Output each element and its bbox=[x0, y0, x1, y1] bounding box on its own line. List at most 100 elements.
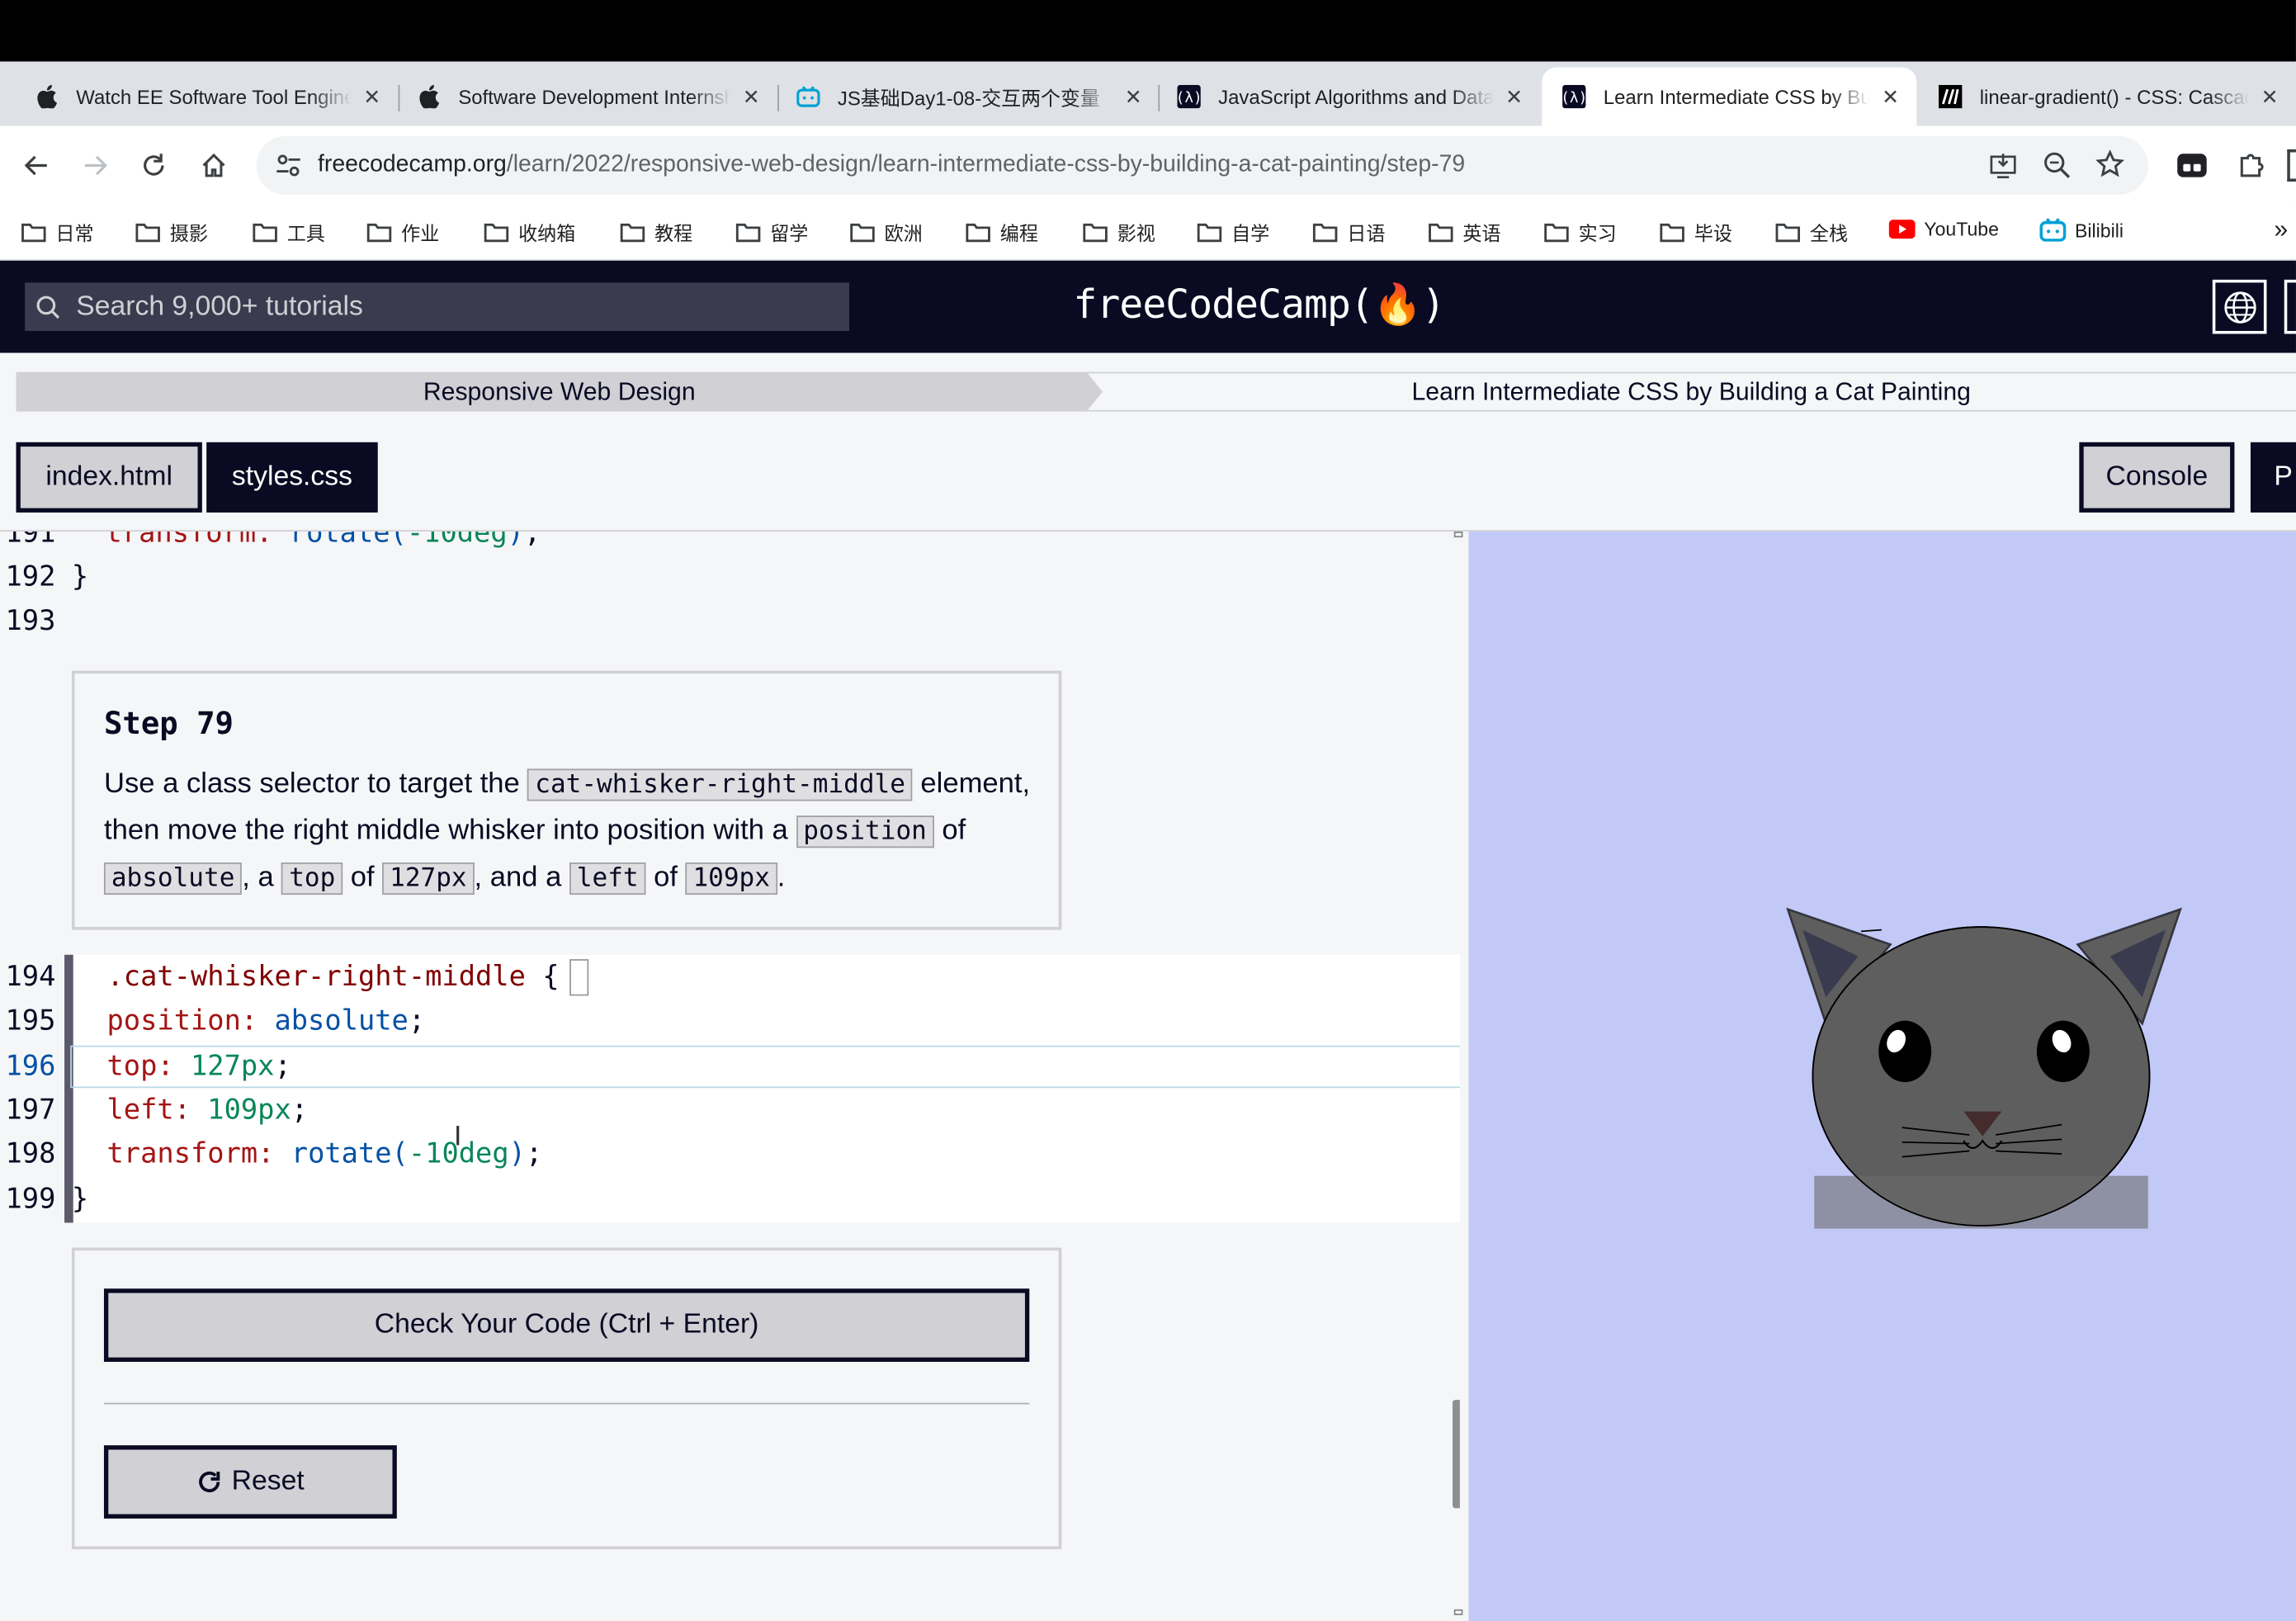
bookmark-label: 自学 bbox=[1231, 222, 1270, 245]
code-line[interactable]: left: 109px; bbox=[107, 1088, 309, 1132]
search-input[interactable]: Search 9,000+ tutorials bbox=[25, 282, 850, 331]
line-number: 198 bbox=[5, 1137, 56, 1170]
close-icon[interactable]: ✕ bbox=[2258, 84, 2281, 109]
divider bbox=[103, 1402, 1030, 1405]
bookmark-item[interactable]: YouTube bbox=[1888, 218, 1999, 240]
bookmark-item[interactable]: 留学 bbox=[735, 218, 808, 246]
browser-tab-title: Learn Intermediate CSS by Building bbox=[1603, 85, 1870, 108]
bookmark-item[interactable]: 自学 bbox=[1197, 218, 1270, 246]
address-bar[interactable]: freecodecamp.org/learn/2022/responsive-w… bbox=[256, 136, 2148, 195]
reset-label: Reset bbox=[231, 1465, 305, 1497]
home-icon[interactable] bbox=[195, 146, 233, 184]
pane-splitter[interactable] bbox=[1453, 532, 1469, 1621]
browser-tab[interactable]: Watch EE Software Tool Engineer ✕ bbox=[15, 68, 399, 126]
freecodecamp-icon: (λ) bbox=[1562, 84, 1586, 109]
browser-tab-title: JS基础Day1-08-交互两个变量 bbox=[837, 87, 1100, 111]
code-editor[interactable]: Step 79 Use a class selector to target t… bbox=[0, 532, 1465, 1621]
extension-icon[interactable] bbox=[2176, 149, 2208, 189]
code-line[interactable]: transform: rotate(-10deg); bbox=[72, 532, 541, 555]
bookmarks-overflow-button[interactable]: » bbox=[2274, 215, 2288, 244]
menu-button[interactable] bbox=[2284, 279, 2296, 334]
url-text[interactable]: freecodecamp.org/learn/2022/responsive-w… bbox=[318, 153, 1465, 179]
bookmark-item[interactable]: 影视 bbox=[1082, 218, 1155, 246]
code-token: rotate( bbox=[289, 532, 407, 550]
bookmark-item[interactable]: 欧洲 bbox=[849, 218, 923, 246]
code-token: -10deg bbox=[408, 1137, 509, 1170]
url-path: /learn/2022/responsive-web-design/learn-… bbox=[506, 152, 1466, 177]
browser-tab[interactable]: (λ) JavaScript Algorithms and Data ✕ bbox=[1157, 68, 1541, 126]
reload-icon[interactable] bbox=[135, 146, 172, 184]
back-icon[interactable] bbox=[17, 146, 55, 184]
tab-styles-css[interactable]: styles.css bbox=[206, 442, 378, 513]
bookmark-label: 收纳箱 bbox=[518, 222, 576, 245]
bookmark-label: 作业 bbox=[401, 222, 440, 245]
breadcrumb-block[interactable]: Learn Intermediate CSS by Building a Cat… bbox=[1086, 371, 2296, 412]
bookmark-item[interactable]: 收纳箱 bbox=[483, 218, 575, 246]
line-number: 193 bbox=[5, 604, 56, 637]
browser-tab-active[interactable]: (λ) Learn Intermediate CSS by Building ✕ bbox=[1542, 67, 1917, 126]
browser-tab-title: JavaScript Algorithms and Data bbox=[1218, 85, 1494, 108]
bookmark-star-icon[interactable] bbox=[2095, 149, 2125, 186]
close-icon[interactable]: ✕ bbox=[739, 84, 763, 109]
check-code-button[interactable]: Check Your Code (Ctrl + Enter) bbox=[103, 1288, 1030, 1363]
site-settings-icon[interactable] bbox=[276, 154, 302, 184]
browser-tab[interactable]: Software Development Internship ✕ bbox=[397, 68, 777, 126]
breadcrumb: Responsive Web Design Learn Intermediate… bbox=[0, 352, 2296, 435]
code-line[interactable]: .cat-whisker-right-middle { bbox=[107, 955, 560, 999]
code-line[interactable]: } bbox=[72, 1177, 88, 1221]
code-token: ) bbox=[507, 532, 524, 550]
bookmark-item[interactable]: 作业 bbox=[366, 218, 440, 246]
browser-tab[interactable]: JS基础Day1-08-交互两个变量 ✕ bbox=[776, 68, 1160, 126]
zoom-icon[interactable] bbox=[2043, 151, 2072, 187]
freecodecamp-logo[interactable]: freeCodeCamp(🔥) bbox=[1073, 281, 1445, 328]
bookmark-item[interactable]: 编程 bbox=[965, 218, 1038, 246]
check-code-label: Check Your Code (Ctrl + Enter) bbox=[374, 1309, 759, 1340]
browser-tab[interactable]: linear-gradient() - CSS: Cascading ✕ bbox=[1918, 68, 2296, 126]
code-token: left: bbox=[106, 1094, 208, 1127]
bookmark-item[interactable]: 日语 bbox=[1312, 218, 1385, 246]
extensions-puzzle-icon[interactable] bbox=[2236, 149, 2268, 189]
browser-tab-strip: Watch EE Software Tool Engineer ✕ Softwa… bbox=[0, 61, 2296, 126]
code-line[interactable]: transform: rotate(-10deg); bbox=[107, 1132, 543, 1175]
profile-icon[interactable] bbox=[2287, 149, 2296, 182]
close-icon[interactable]: ✕ bbox=[1502, 84, 1525, 109]
step-instructions: Use a class selector to target the cat-w… bbox=[103, 762, 1041, 902]
bilibili-icon bbox=[2039, 218, 2067, 242]
bookmark-item[interactable]: 工具 bbox=[252, 218, 325, 246]
preview-button[interactable]: P bbox=[2250, 442, 2296, 513]
folder-icon bbox=[1312, 221, 1339, 243]
instruction-text: of bbox=[343, 861, 383, 894]
bilibili-icon bbox=[796, 85, 820, 108]
bookmark-item[interactable]: 实习 bbox=[1543, 218, 1617, 246]
bookmark-item[interactable]: 日常 bbox=[21, 218, 94, 246]
tab-index-html[interactable]: index.html bbox=[16, 442, 202, 513]
language-globe-icon[interactable] bbox=[2212, 279, 2267, 334]
apple-icon bbox=[35, 84, 59, 109]
code-token: { bbox=[542, 960, 560, 993]
close-icon[interactable]: ✕ bbox=[1878, 84, 1902, 109]
code-token: ; bbox=[525, 1137, 543, 1170]
forward-icon[interactable] bbox=[76, 146, 114, 184]
bookmark-item[interactable]: 毕设 bbox=[1659, 218, 1732, 246]
cat-painting bbox=[1786, 907, 2182, 1229]
bookmark-item[interactable]: Bilibili bbox=[2039, 218, 2124, 242]
bookmark-item[interactable]: 英语 bbox=[1428, 218, 1501, 246]
bookmark-item[interactable]: 摄影 bbox=[135, 218, 208, 246]
breadcrumb-superblock[interactable]: Responsive Web Design bbox=[16, 371, 1103, 412]
breadcrumb-superblock-label: Responsive Web Design bbox=[423, 376, 696, 405]
bracket-match-highlight bbox=[569, 959, 589, 996]
console-button[interactable]: Console bbox=[2079, 442, 2235, 513]
code-line[interactable]: } bbox=[72, 555, 88, 598]
code-line[interactable]: position: absolute; bbox=[107, 999, 426, 1042]
code-line[interactable]: top: 127px; bbox=[107, 1044, 291, 1088]
folder-icon bbox=[366, 221, 393, 243]
code-token: transform: bbox=[106, 1137, 291, 1170]
install-app-icon[interactable] bbox=[1988, 151, 2017, 187]
close-icon[interactable]: ✕ bbox=[360, 84, 383, 109]
folder-icon bbox=[1428, 221, 1454, 243]
reset-button[interactable]: Reset bbox=[103, 1445, 397, 1519]
bookmark-item[interactable]: 全栈 bbox=[1774, 218, 1848, 246]
bookmark-label: 教程 bbox=[654, 222, 693, 245]
bookmark-item[interactable]: 教程 bbox=[619, 218, 692, 246]
close-icon[interactable]: ✕ bbox=[1122, 84, 1145, 109]
